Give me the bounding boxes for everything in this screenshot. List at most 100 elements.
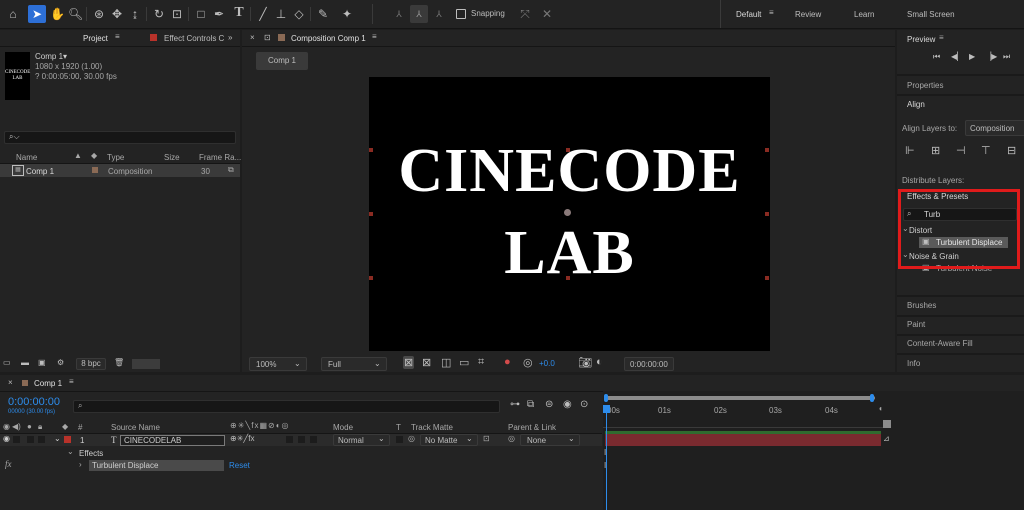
- interpret-footage-icon[interactable]: ▭: [3, 358, 11, 367]
- flowchart-icon[interactable]: ⧉: [228, 165, 234, 175]
- anchor-point-tool-icon[interactable]: ⊡: [170, 7, 184, 21]
- timeline-effect-row[interactable]: Turbulent Displace: [89, 460, 224, 471]
- current-time-indicator[interactable]: [606, 405, 607, 510]
- mask-visibility-icon[interactable]: ◫: [441, 356, 451, 369]
- hand-tool-icon[interactable]: ✋: [50, 7, 65, 21]
- track-matte-dropdown[interactable]: No Matte ⌄: [420, 434, 478, 446]
- timeline-layer-bar[interactable]: [605, 434, 881, 446]
- roto-brush-tool-icon[interactable]: ✎: [316, 7, 330, 21]
- effect-twirl-icon[interactable]: ›: [79, 460, 82, 469]
- column-frame-rate[interactable]: Frame Ra...: [199, 153, 241, 162]
- work-area-start[interactable]: [604, 394, 608, 402]
- rectangle-tool-icon[interactable]: □: [194, 7, 208, 21]
- comp-flowchart-icon[interactable]: ⧉: [527, 399, 534, 410]
- paint-header[interactable]: Paint: [907, 320, 925, 329]
- transform-handle[interactable]: [566, 276, 570, 280]
- workspace-default[interactable]: Default: [736, 10, 761, 19]
- workspace-review[interactable]: Review: [795, 10, 821, 19]
- selection-tool-icon[interactable]: ➤: [28, 5, 46, 23]
- color-channels-icon[interactable]: ●: [504, 356, 511, 368]
- align-left-icon[interactable]: ⊩: [905, 144, 915, 157]
- work-area-end[interactable]: [870, 394, 874, 402]
- project-comp-name[interactable]: Comp 1▾: [35, 52, 67, 61]
- align-top-icon[interactable]: ⊤: [981, 144, 991, 157]
- comp-end-marker[interactable]: [883, 420, 891, 428]
- clone-stamp-tool-icon[interactable]: ⊥: [274, 7, 288, 21]
- grid-guides-icon[interactable]: ⌗: [478, 356, 484, 369]
- local-axis-icon[interactable]: ⅄: [392, 7, 406, 21]
- first-frame-icon[interactable]: ⏮: [933, 52, 940, 62]
- label-color-swatch[interactable]: [92, 167, 98, 173]
- puppet-tool-icon[interactable]: ✦: [340, 7, 354, 21]
- tab-effect-controls[interactable]: Effect Controls C: [164, 34, 224, 43]
- solo-icon[interactable]: ●: [27, 422, 32, 431]
- panel-menu-icon[interactable]: ≡: [372, 32, 377, 41]
- draft-3d-icon[interactable]: ⊶: [510, 399, 520, 410]
- brushes-header[interactable]: Brushes: [907, 301, 936, 310]
- layer-visibility-icon[interactable]: ◉: [3, 434, 10, 443]
- project-row-comp-1[interactable]: ▦ Comp 1 Composition 30 ⧉: [0, 164, 240, 177]
- comp-timecode-field[interactable]: 0:00:00:00: [624, 357, 674, 371]
- layer-switch-box[interactable]: [286, 436, 293, 443]
- layer-label-swatch[interactable]: [64, 436, 71, 443]
- layer-twirl-icon[interactable]: ⌄: [54, 434, 61, 443]
- layer-switches[interactable]: ⊕✳╱fx: [230, 434, 254, 443]
- previous-frame-icon[interactable]: ◀▏: [951, 52, 963, 61]
- view-axis-icon[interactable]: ⅄: [432, 7, 446, 21]
- exposure-value[interactable]: +0.0: [539, 359, 555, 368]
- snap-options-icon[interactable]: ✕: [540, 7, 554, 21]
- transform-handle[interactable]: [369, 148, 373, 152]
- column-name[interactable]: Name: [16, 153, 37, 162]
- layer-audio-box[interactable]: [13, 436, 20, 443]
- fx-icon[interactable]: fx: [5, 459, 12, 469]
- play-icon[interactable]: ▶: [969, 52, 975, 61]
- dolly-camera-icon[interactable]: ↨: [128, 7, 142, 21]
- transform-handle[interactable]: [765, 212, 769, 216]
- layer-switch-box[interactable]: [298, 436, 305, 443]
- layer-row-1[interactable]: ◉ ⌄ 1 T CINECODELAB ⊕✳╱fx Normal ⌄ ◎ No …: [0, 434, 602, 446]
- transform-handle[interactable]: [765, 276, 769, 280]
- effects-twirl-icon[interactable]: ⌄: [67, 447, 74, 456]
- transform-handle[interactable]: [369, 212, 373, 216]
- last-frame-icon[interactable]: ⏭: [1003, 52, 1010, 62]
- anchor-point-icon[interactable]: [564, 209, 571, 216]
- properties-header[interactable]: Properties: [907, 81, 943, 90]
- effects-group-label[interactable]: Effects: [79, 449, 103, 458]
- zoom-dropdown[interactable]: 100% ⌄: [249, 357, 307, 371]
- comp-1-subtab[interactable]: Comp 1: [256, 52, 308, 70]
- motion-blur-icon[interactable]: ⊙: [580, 399, 588, 410]
- rotation-tool-icon[interactable]: ↻: [152, 7, 166, 21]
- type-tool-icon[interactable]: T: [232, 6, 246, 20]
- show-snapshot-icon[interactable]: ◐: [596, 356, 603, 368]
- panel-menu-icon[interactable]: ≡: [115, 32, 120, 41]
- column-parent-link[interactable]: Parent & Link: [508, 423, 556, 432]
- switches-icons[interactable]: ⊕✳╲fx▦⊘◐◎: [230, 421, 290, 430]
- home-icon[interactable]: ⌂: [6, 7, 20, 21]
- video-toggle-icon[interactable]: ◉: [3, 422, 10, 431]
- info-header[interactable]: Info: [907, 359, 920, 368]
- parent-dropdown[interactable]: None ⌄: [520, 434, 580, 446]
- align-vertical-center-icon[interactable]: ⊟: [1007, 144, 1016, 157]
- timeline-timecode[interactable]: 0:00:00:00: [8, 396, 60, 408]
- delete-icon[interactable]: 🗑︎: [114, 358, 124, 367]
- tab-composition[interactable]: Composition Comp 1: [291, 34, 366, 43]
- new-folder-icon[interactable]: ▬: [21, 358, 29, 367]
- transform-handle[interactable]: [765, 148, 769, 152]
- transform-handle[interactable]: [566, 148, 570, 152]
- layer-lock-box[interactable]: [38, 436, 45, 443]
- resolution-dropdown[interactable]: Full ⌄: [321, 357, 387, 371]
- preview-header[interactable]: Preview: [907, 35, 935, 44]
- fast-previews-icon[interactable]: ⊠: [403, 356, 415, 369]
- snap-icon[interactable]: ⤧: [518, 7, 532, 21]
- matte-options-icon[interactable]: ⊡: [483, 434, 490, 443]
- layer-name-field[interactable]: CINECODELAB: [120, 435, 225, 446]
- label-column-icon[interactable]: ◆: [62, 422, 68, 431]
- transparency-grid-icon[interactable]: ⊠: [422, 356, 431, 369]
- audio-toggle-icon[interactable]: ◀): [12, 422, 21, 431]
- zoom-tool-icon[interactable]: 🔍︎: [68, 7, 83, 21]
- align-horizontal-center-icon[interactable]: ⊞: [931, 144, 940, 157]
- workspace-learn[interactable]: Learn: [854, 10, 874, 19]
- pan-camera-icon[interactable]: ✥: [110, 7, 124, 21]
- timeline-search-input[interactable]: ⌕: [73, 400, 500, 413]
- lock-icon[interactable]: ⊡: [264, 33, 271, 42]
